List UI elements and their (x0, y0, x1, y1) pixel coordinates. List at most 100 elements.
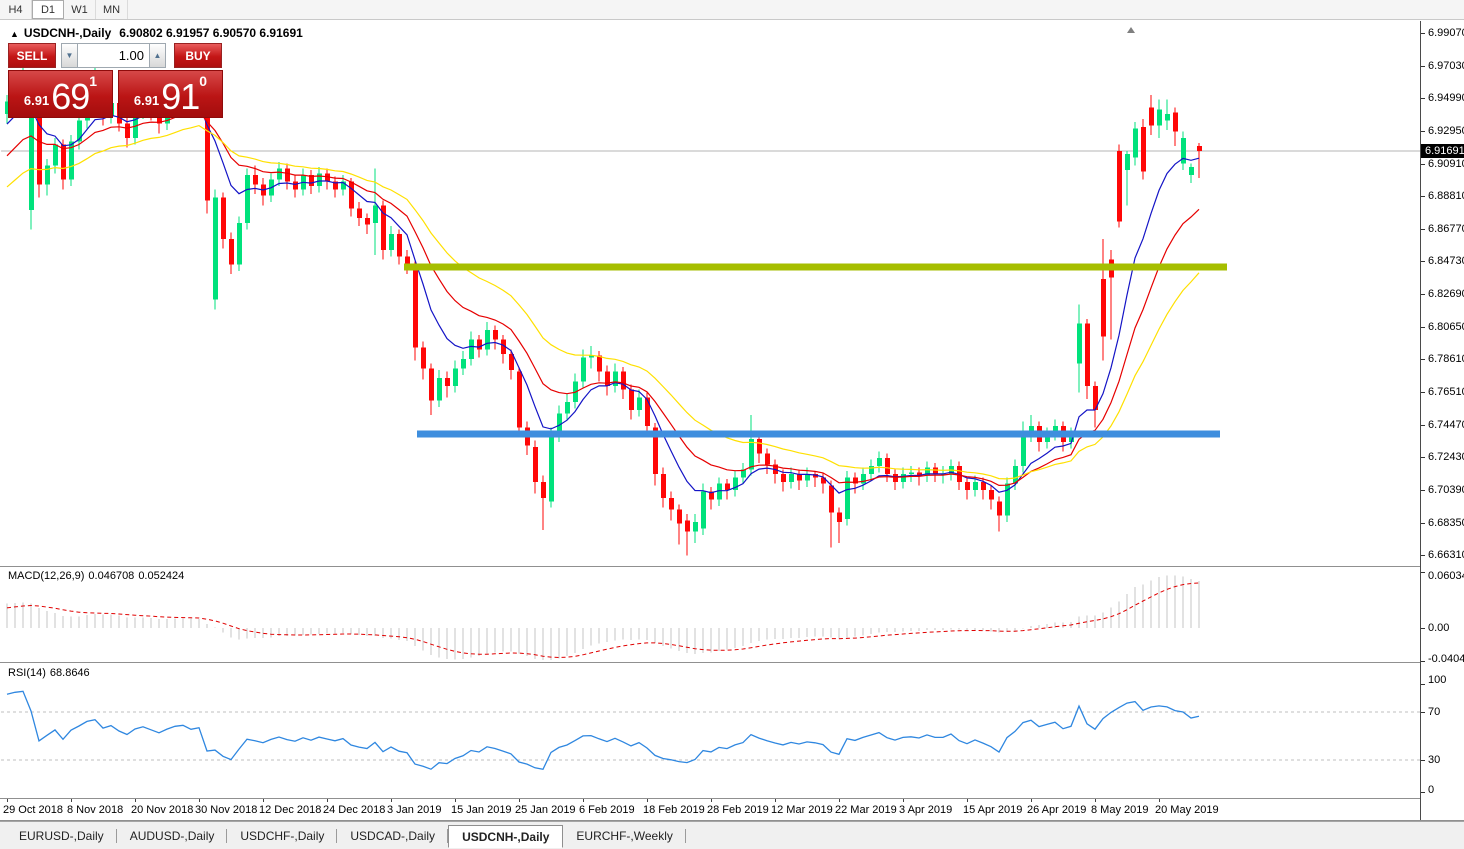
axis-tick (1421, 424, 1425, 426)
axis-tick (1421, 130, 1425, 132)
date-label: 25 Jan 2019 (515, 804, 576, 816)
date-tick (391, 799, 392, 802)
timeframe-d1[interactable]: D1 (32, 0, 64, 19)
chart-shift-marker[interactable] (1127, 27, 1135, 33)
price-axis-label: 6.97030 (1428, 59, 1464, 72)
tab-usdcad-daily[interactable]: USDCAD-,Daily (337, 826, 448, 846)
date-label: 12 Dec 2018 (259, 804, 322, 816)
sell-price-panel[interactable]: 6.91 69 1 (8, 70, 113, 118)
rsi-axis-label: 100 (1428, 674, 1447, 686)
timeframe-h4[interactable]: H4 (0, 0, 32, 19)
axis-tick (1421, 661, 1425, 662)
date-label: 24 Dec 2018 (323, 804, 386, 816)
date-label: 30 Nov 2018 (195, 804, 258, 816)
date-tick (71, 799, 72, 802)
date-tick (263, 799, 264, 802)
rsi-indicator-panel[interactable] (1, 663, 1420, 798)
tab-eurchf-weekly[interactable]: EURCHF-,Weekly (563, 826, 687, 846)
current-price-tag: 6.91691 (1421, 144, 1464, 158)
axis-tick (1421, 628, 1425, 629)
axis-tick (1421, 359, 1425, 361)
date-axis[interactable]: 29 Oct 2018 8 Nov 2018 20 Nov 2018 30 Nov 2… (1, 799, 1420, 820)
date-label: 18 Feb 2019 (643, 804, 705, 816)
axis-tick (1421, 760, 1425, 761)
date-label: 3 Apr 2019 (899, 804, 953, 816)
axis-tick (1421, 489, 1425, 491)
date-tick (135, 799, 136, 802)
price-axis-label: 6.82690 (1428, 288, 1464, 301)
axis-tick (1421, 98, 1425, 100)
date-label: 26 Apr 2019 (1027, 804, 1087, 816)
tab-usdcnh-daily[interactable]: USDCNH-,Daily (448, 825, 564, 848)
rsi-axis-label: 0 (1428, 784, 1435, 796)
axis-tick (1421, 294, 1425, 296)
date-tick (327, 799, 328, 802)
price-axis-label: 6.80650 (1428, 320, 1464, 333)
macd-axis-label: 0.00 (1428, 622, 1450, 634)
date-tick (903, 799, 904, 802)
date-tick (967, 799, 968, 802)
axis-tick (1421, 392, 1425, 394)
axis-tick (1421, 522, 1425, 524)
buy-price-panel[interactable]: 6.91 91 0 (118, 70, 223, 118)
date-tick (7, 799, 8, 802)
rsi-axis-label: 30 (1428, 754, 1441, 766)
macd-label: MACD(12,26,9) 0.046708 0.052424 (8, 570, 185, 582)
price-axis-label: 6.76510 (1428, 386, 1464, 399)
timeframe-w1[interactable]: W1 (64, 0, 96, 19)
sell-price-prefix: 6.91 (23, 93, 50, 108)
axis-tick (1421, 228, 1425, 230)
volume-decrease-button[interactable]: ▼ (61, 43, 78, 68)
buy-price-sup: 0 (199, 73, 208, 89)
date-label: 22 Mar 2019 (835, 804, 897, 816)
macd-axis-label: -0.040415 (1428, 653, 1464, 665)
tab-usdchf-daily[interactable]: USDCHF-,Daily (227, 826, 338, 846)
volume-increase-button[interactable]: ▲ (149, 43, 166, 68)
price-axis-label: 6.72430 (1428, 451, 1464, 464)
axis-tick (1421, 792, 1425, 793)
tab-audusd-daily[interactable]: AUDUSD-,Daily (117, 826, 228, 846)
volume-input[interactable]: 1.00 (78, 43, 149, 68)
axis-tick (1421, 572, 1425, 573)
axis-tick (1421, 457, 1425, 459)
buy-price-big: 91 (161, 76, 200, 117)
axis-tick (1421, 555, 1425, 557)
axis-tick (1421, 326, 1425, 328)
price-axis[interactable]: 6.91691 6.99070 6.97030 6.94990 6.92950 6.90… (1420, 21, 1464, 820)
mt4-window: H4 D1 W1 MN ▲ USDCNH-,Daily 6.90802 6.91957 6… (0, 0, 1464, 849)
chevron-down-icon: ▼ (65, 51, 74, 60)
macd-axis-label: 0.060342 (1428, 570, 1464, 582)
buy-button[interactable]: BUY (174, 43, 222, 68)
date-label: 20 May 2019 (1155, 804, 1219, 816)
price-axis-label: 6.84730 (1428, 255, 1464, 268)
axis-tick (1421, 33, 1425, 34)
date-tick (839, 799, 840, 802)
tab-eurusd-daily[interactable]: EURUSD-,Daily (6, 826, 117, 846)
date-label: 20 Nov 2018 (131, 804, 194, 816)
collapse-panel-icon[interactable]: ▲ (10, 29, 19, 39)
sell-button[interactable]: SELL (8, 43, 56, 68)
date-label: 29 Oct 2018 (3, 804, 63, 816)
timeframe-toolbar: H4 D1 W1 MN (0, 0, 1464, 20)
sell-price-sup: 1 (89, 73, 98, 89)
price-axis-label: 6.78610 (1428, 353, 1464, 366)
date-tick (711, 799, 712, 802)
timeframe-mn[interactable]: MN (96, 0, 128, 19)
chart-tab-bar: EURUSD-,Daily AUDUSD-,Daily USDCHF-,Daily U… (0, 821, 1464, 849)
price-axis-label: 6.94990 (1428, 92, 1464, 105)
date-tick (199, 799, 200, 802)
date-tick (647, 799, 648, 802)
date-label: 8 May 2019 (1091, 804, 1149, 816)
price-axis-label: 6.70390 (1428, 483, 1464, 496)
macd-indicator-panel[interactable] (1, 567, 1420, 662)
rsi-axis-label: 70 (1428, 706, 1441, 718)
chart-title: ▲ USDCNH-,Daily 6.90802 6.91957 6.90570 6.… (10, 26, 303, 40)
symbol-period-label: USDCNH-,Daily (23, 26, 112, 40)
date-tick (455, 799, 456, 802)
sell-price-big: 69 (51, 76, 90, 117)
date-tick (583, 799, 584, 802)
axis-tick (1421, 196, 1425, 198)
rsi-label: RSI(14) 68.8646 (8, 667, 90, 679)
date-label: 15 Apr 2019 (963, 804, 1023, 816)
date-label: 15 Jan 2019 (451, 804, 512, 816)
